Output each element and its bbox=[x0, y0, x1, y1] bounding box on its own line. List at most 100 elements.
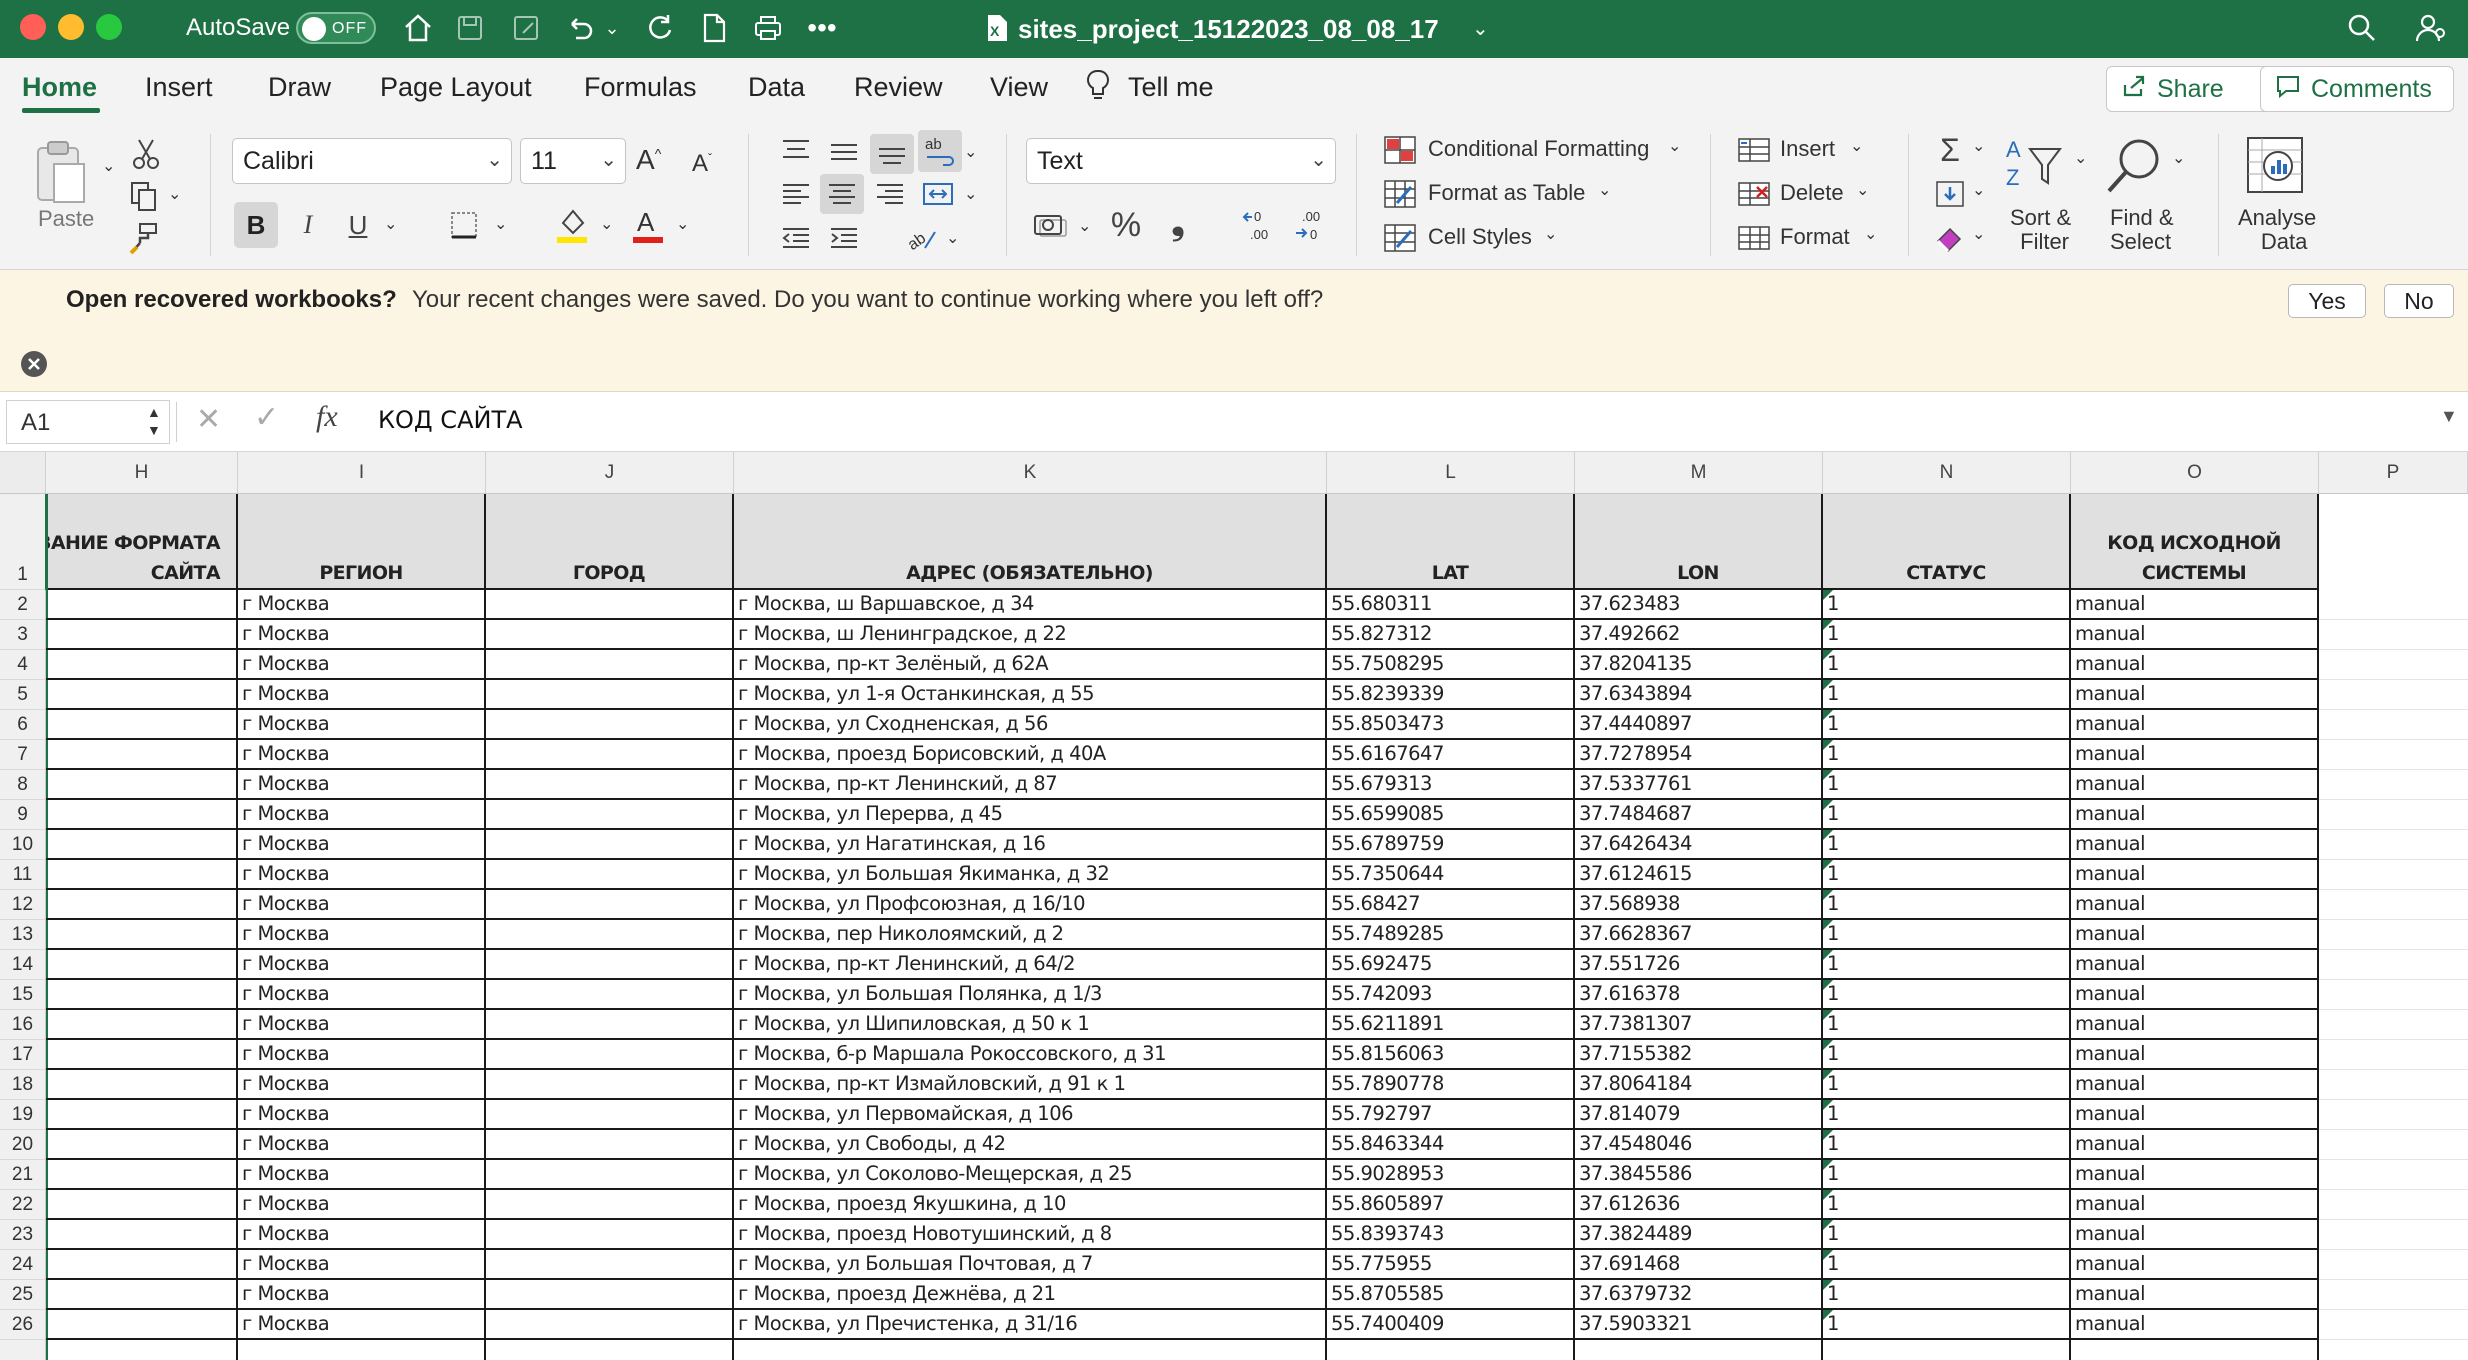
fill-icon[interactable] bbox=[1930, 176, 1970, 212]
cell-k[interactable]: г Москва, ул Большая Якиманка, д 32 bbox=[734, 860, 1327, 890]
cell-k[interactable]: г Москва, проезд Борисовский, д 40А bbox=[734, 740, 1327, 770]
number-stored-as-text-indicator-icon[interactable] bbox=[1823, 1310, 1833, 1320]
cell-m[interactable]: 37.6426434 bbox=[1575, 830, 1823, 860]
cell-m[interactable]: 37.6628367 bbox=[1575, 920, 1823, 950]
cell-n[interactable]: 1 bbox=[1823, 1280, 2071, 1310]
row-header[interactable]: 21 bbox=[0, 1160, 46, 1190]
row-header[interactable]: 2 bbox=[0, 590, 46, 620]
align-center-icon[interactable] bbox=[820, 174, 864, 214]
number-stored-as-text-indicator-icon[interactable] bbox=[1823, 890, 1833, 900]
increase-indent-icon[interactable] bbox=[824, 220, 864, 256]
cell-h[interactable] bbox=[46, 680, 238, 710]
cell-n[interactable]: 1 bbox=[1823, 890, 2071, 920]
cell-n[interactable]: 1 bbox=[1823, 1070, 2071, 1100]
find-select-dropdown-icon[interactable]: ⌄ bbox=[2172, 148, 2185, 168]
cell-o[interactable]: manual bbox=[2071, 800, 2319, 830]
font-color-dropdown-icon[interactable]: ⌄ bbox=[676, 214, 689, 234]
cell-o[interactable] bbox=[2071, 1340, 2319, 1360]
cell-k[interactable]: г Москва, ул Первомайская, д 106 bbox=[734, 1100, 1327, 1130]
title-chevron-down-icon[interactable]: ⌄ bbox=[1472, 16, 1489, 41]
cell-j[interactable] bbox=[486, 590, 734, 620]
cell-k[interactable]: г Москва, ул Шипиловская, д 50 к 1 bbox=[734, 1010, 1327, 1040]
number-stored-as-text-indicator-icon[interactable] bbox=[1823, 1250, 1833, 1260]
cell-styles-label[interactable]: Cell Styles bbox=[1428, 224, 1532, 250]
cell-h[interactable] bbox=[46, 1160, 238, 1190]
cell-l[interactable]: 55.7350644 bbox=[1327, 860, 1575, 890]
cell-o[interactable]: manual bbox=[2071, 620, 2319, 650]
undo-icon[interactable] bbox=[560, 8, 600, 48]
undo-dropdown-icon[interactable]: ⌄ bbox=[600, 8, 624, 48]
cell-i[interactable]: г Москва bbox=[238, 980, 486, 1010]
row-header[interactable]: 14 bbox=[0, 950, 46, 980]
cell-l[interactable]: 55.7508295 bbox=[1327, 650, 1575, 680]
number-stored-as-text-indicator-icon[interactable] bbox=[1823, 620, 1833, 630]
cell-i[interactable]: г Москва bbox=[238, 1010, 486, 1040]
header-cell-i[interactable]: РЕГИОН bbox=[238, 494, 486, 590]
cell-o[interactable]: manual bbox=[2071, 1040, 2319, 1070]
delete-cells-dropdown-icon[interactable]: ⌄ bbox=[1856, 180, 1869, 200]
clear-eraser-icon[interactable] bbox=[1930, 220, 1970, 256]
cell-j[interactable] bbox=[486, 650, 734, 680]
number-stored-as-text-indicator-icon[interactable] bbox=[1823, 980, 1833, 990]
cell-l[interactable]: 55.68427 bbox=[1327, 890, 1575, 920]
cell-l[interactable]: 55.9028953 bbox=[1327, 1160, 1575, 1190]
number-stored-as-text-indicator-icon[interactable] bbox=[1823, 1190, 1833, 1200]
cell-h[interactable] bbox=[46, 830, 238, 860]
cell-h[interactable] bbox=[46, 860, 238, 890]
cancel-edit-icon[interactable]: ✕ bbox=[196, 402, 221, 437]
cell-n[interactable]: 1 bbox=[1823, 950, 2071, 980]
number-stored-as-text-indicator-icon[interactable] bbox=[1823, 680, 1833, 690]
cell-j[interactable] bbox=[486, 710, 734, 740]
number-stored-as-text-indicator-icon[interactable] bbox=[1823, 1100, 1833, 1110]
cell-h[interactable] bbox=[46, 1310, 238, 1340]
confirm-edit-icon[interactable]: ✓ bbox=[254, 400, 279, 435]
print-icon[interactable] bbox=[748, 8, 788, 48]
cell-n[interactable]: 1 bbox=[1823, 740, 2071, 770]
wrap-text-icon[interactable]: ab bbox=[918, 130, 962, 172]
cell-i[interactable]: г Москва bbox=[238, 1040, 486, 1070]
cell-l[interactable]: 55.7489285 bbox=[1327, 920, 1575, 950]
cell-j[interactable] bbox=[486, 860, 734, 890]
cell-o[interactable]: manual bbox=[2071, 1310, 2319, 1340]
cell-j[interactable] bbox=[486, 1070, 734, 1100]
column-header-h[interactable]: H bbox=[46, 452, 238, 494]
cell-m[interactable]: 37.5903321 bbox=[1575, 1310, 1823, 1340]
minimize-window-button[interactable] bbox=[58, 14, 84, 40]
number-stored-as-text-indicator-icon[interactable] bbox=[1823, 740, 1833, 750]
cell-h[interactable] bbox=[46, 920, 238, 950]
cell-o[interactable]: manual bbox=[2071, 1160, 2319, 1190]
cell-n[interactable]: 1 bbox=[1823, 1040, 2071, 1070]
cell-l[interactable]: 55.827312 bbox=[1327, 620, 1575, 650]
cell-m[interactable]: 37.6343894 bbox=[1575, 680, 1823, 710]
cell-m[interactable]: 37.612636 bbox=[1575, 1190, 1823, 1220]
find-select-label[interactable]: Find & Select bbox=[2110, 206, 2174, 254]
cell-j[interactable] bbox=[486, 950, 734, 980]
row-header[interactable]: 24 bbox=[0, 1250, 46, 1280]
decrease-indent-icon[interactable] bbox=[776, 220, 816, 256]
column-header-i[interactable]: I bbox=[238, 452, 486, 494]
row-header[interactable]: 11 bbox=[0, 860, 46, 890]
cell-j[interactable] bbox=[486, 1190, 734, 1220]
cell-n[interactable]: 1 bbox=[1823, 1100, 2071, 1130]
cell-o[interactable]: manual bbox=[2071, 1070, 2319, 1100]
cell-k[interactable]: г Москва, ш Варшавское, д 34 bbox=[734, 590, 1327, 620]
cell-n[interactable]: 1 bbox=[1823, 1010, 2071, 1040]
cell-o[interactable]: manual bbox=[2071, 1220, 2319, 1250]
cell-l[interactable]: 55.6167647 bbox=[1327, 740, 1575, 770]
number-stored-as-text-indicator-icon[interactable] bbox=[1823, 590, 1833, 600]
cell-h[interactable] bbox=[46, 1250, 238, 1280]
orientation-icon[interactable]: ab bbox=[900, 218, 944, 258]
paste-dropdown-icon[interactable]: ⌄ bbox=[102, 156, 115, 176]
number-stored-as-text-indicator-icon[interactable] bbox=[1823, 1130, 1833, 1140]
autosum-icon[interactable]: Σ bbox=[1930, 132, 1970, 168]
cell-o[interactable]: manual bbox=[2071, 770, 2319, 800]
analyse-data-label[interactable]: Analyse Data bbox=[2238, 206, 2316, 254]
font-size-select[interactable]: 11 ⌄ bbox=[520, 138, 626, 184]
header-cell-k[interactable]: АДРЕС (ОБЯЗАТЕЛЬНО) bbox=[734, 494, 1327, 590]
cell-styles-icon[interactable] bbox=[1380, 220, 1420, 256]
cell-l[interactable]: 55.680311 bbox=[1327, 590, 1575, 620]
cell-j[interactable] bbox=[486, 800, 734, 830]
cell-i[interactable]: г Москва bbox=[238, 1070, 486, 1100]
tab-view[interactable]: View bbox=[990, 72, 1048, 103]
cell-l[interactable]: 55.6789759 bbox=[1327, 830, 1575, 860]
